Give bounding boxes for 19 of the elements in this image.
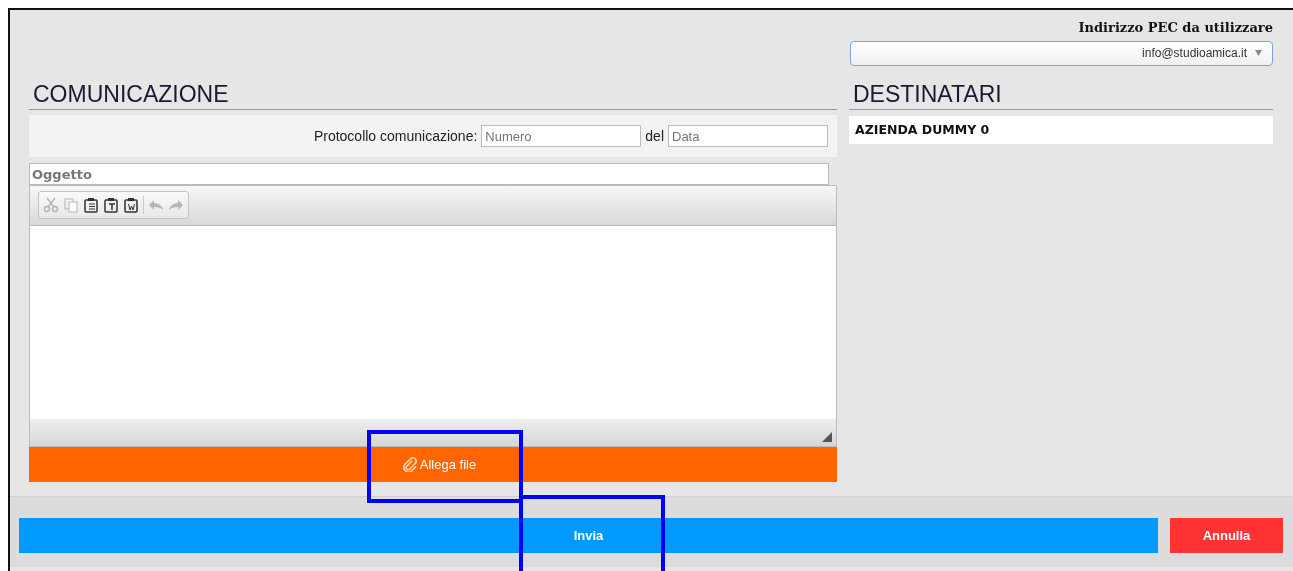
paste-word-icon[interactable] [123, 197, 139, 213]
send-button[interactable]: Invia [19, 518, 1158, 553]
subject-field[interactable]: Oggetto [29, 163, 829, 185]
protocol-label: Protocollo comunicazione: [313, 126, 478, 146]
date-field[interactable]: Data [668, 125, 828, 147]
recipient-item[interactable]: AZIENDA DUMMY 0 [849, 115, 1273, 145]
attach-button[interactable]: Allega file [29, 447, 837, 482]
section-title: DESTINATARI [849, 79, 1273, 110]
section-title: COMUNICAZIONE [29, 80, 837, 110]
date-label: del [645, 126, 664, 146]
pec-select[interactable]: info@studioamica.it [850, 40, 1273, 66]
dropdown-caret-icon [1255, 50, 1262, 56]
cancel-button[interactable]: Annulla [1170, 518, 1283, 553]
pec-label: Indirizzo PEC da utilizzare [1077, 19, 1273, 37]
paperclip-icon [401, 457, 417, 472]
resize-handle-icon[interactable] [822, 432, 832, 442]
paste-text-icon[interactable] [103, 197, 119, 213]
number-field[interactable]: Numero [481, 125, 642, 147]
paste-icon[interactable] [83, 197, 99, 213]
